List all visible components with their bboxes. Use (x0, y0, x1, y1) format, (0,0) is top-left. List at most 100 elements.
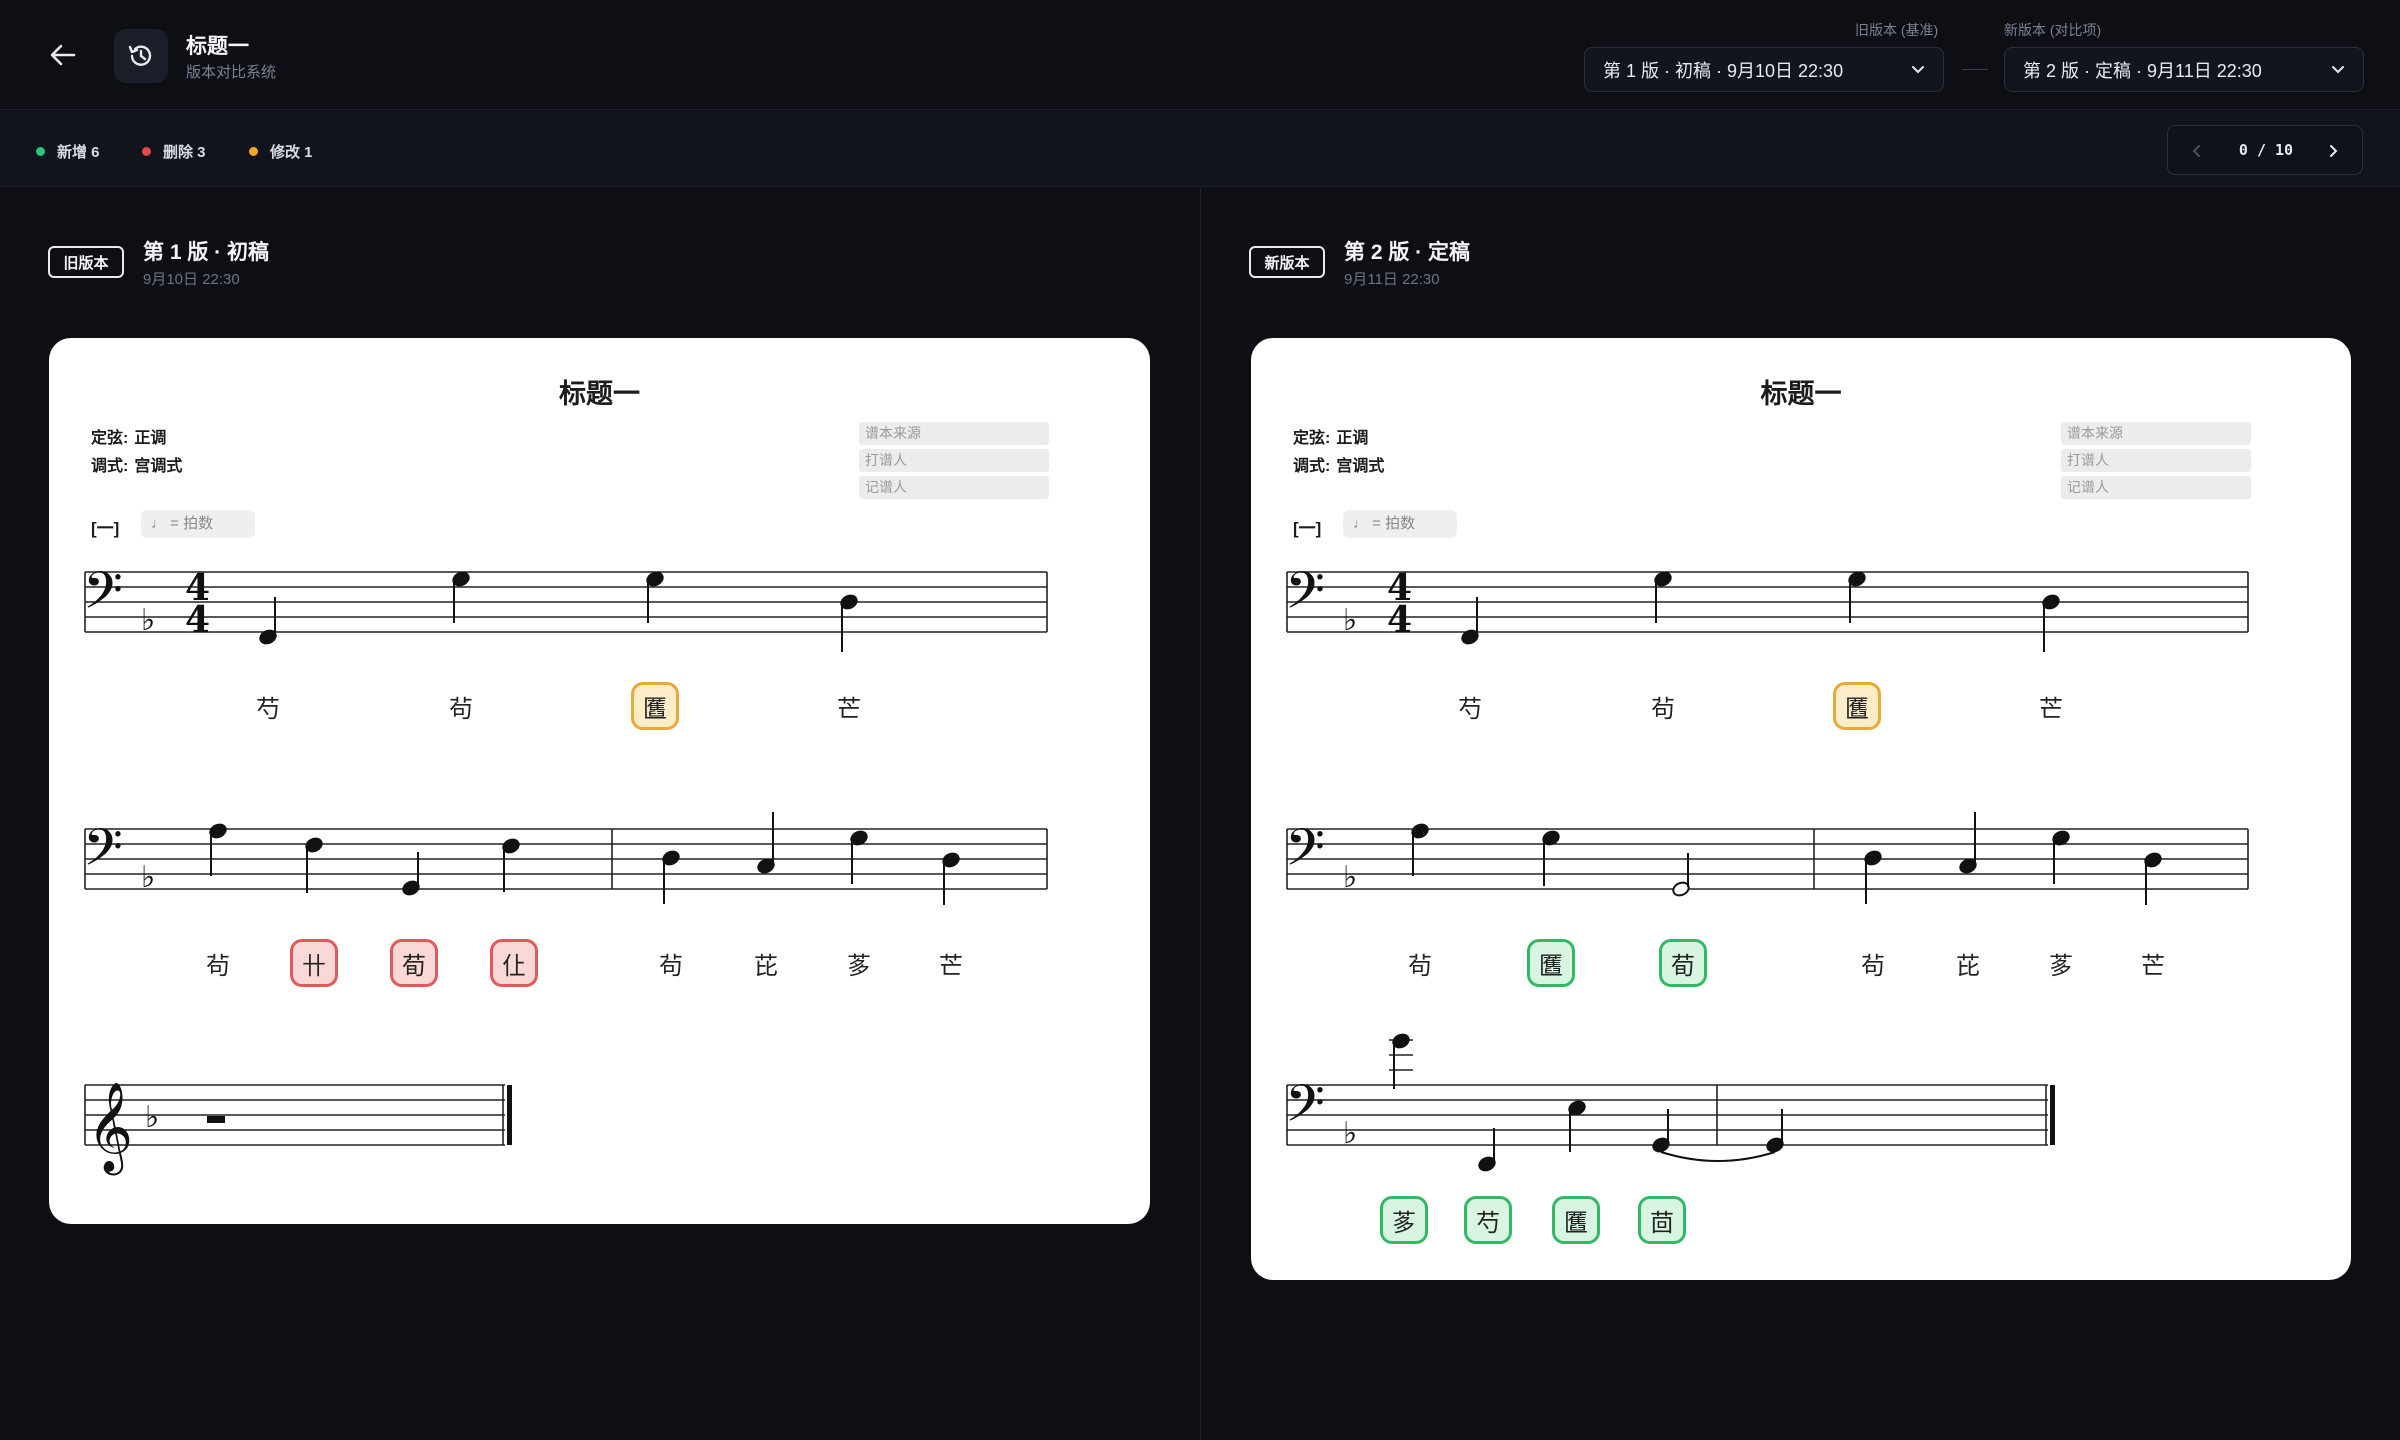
new-version-badge: 新版本 (1249, 246, 1325, 278)
score-title: 标题一 (1760, 379, 1842, 410)
bass-clef: 𝄢 (1285, 817, 1325, 890)
tuning-label: 定弦: (91, 430, 129, 447)
tuning-label: 定弦: (1293, 430, 1331, 447)
treble-clef: 𝄞 (87, 1082, 133, 1176)
added-dot-icon (36, 147, 45, 156)
tab-glyph-added[interactable]: 匶 (1527, 939, 1575, 987)
score-title: 标题一 (559, 379, 640, 410)
half-rest (207, 1116, 225, 1123)
note (305, 837, 323, 893)
staff (84, 1084, 505, 1146)
source-field[interactable]: 谱本来源 (2061, 422, 2251, 445)
tab-glyph-added[interactable]: 匶 (1552, 1196, 1600, 1244)
back-button[interactable] (42, 37, 84, 73)
new-score-card: 标题一 定弦: 正调 调式: 宫调式 谱本来源 打谱人 记谱人 [一] ♩ = 拍数… (1251, 338, 2351, 1280)
next-diff-button[interactable] (2318, 136, 2348, 166)
note (1959, 812, 1977, 874)
tab-glyph-plain[interactable]: 芘 (742, 939, 790, 987)
tab-glyph-modified[interactable]: 匶 (631, 682, 679, 730)
note (2042, 594, 2060, 652)
prev-diff-button[interactable] (2182, 136, 2212, 166)
source-field[interactable]: 谱本来源 (859, 422, 1049, 445)
tab-glyph-plain[interactable]: 茍 (1396, 939, 1444, 987)
time-signature-bottom: 4 (185, 599, 210, 641)
tab-glyph-plain[interactable]: 茍 (647, 939, 695, 987)
tab-glyph-deleted[interactable]: 卄 (290, 939, 338, 987)
new-version-date: 9月11日 22:30 (1344, 271, 1440, 288)
tab-glyph-plain[interactable]: 芍 (1446, 682, 1494, 730)
tab-glyph-added[interactable]: 茴 (1638, 1196, 1686, 1244)
stat-deleted-label: 删除 3 (163, 144, 206, 161)
staff (1286, 571, 2248, 633)
note (502, 838, 520, 892)
tuning-meta: 定弦: 正调 (1293, 424, 1368, 448)
new-version-title: 第 2 版 · 定稿 (1344, 241, 1471, 264)
time-signature-bottom: 4 (1387, 599, 1412, 641)
tab-glyph-plain[interactable]: 芘 (1944, 939, 1992, 987)
note (209, 823, 227, 876)
tab-glyph-deleted[interactable]: 荀 (390, 939, 438, 987)
tab-glyph-deleted[interactable]: 仩 (490, 939, 538, 987)
tab-glyph-modified[interactable]: 匶 (1833, 682, 1881, 730)
history-icon (114, 29, 168, 83)
chevron-left-icon (2192, 145, 2200, 157)
stat-modified: 修改 1 (249, 141, 313, 162)
tab-glyph-added[interactable]: 荀 (1659, 939, 1707, 987)
stat-modified-label: 修改 1 (270, 144, 313, 161)
bass-clef: 𝄢 (83, 560, 123, 633)
note (942, 852, 960, 905)
arranger-field[interactable]: 打谱人 (859, 449, 1049, 472)
arranger-field[interactable]: 打谱人 (2061, 449, 2251, 472)
chevron-down-icon (1912, 66, 1924, 74)
select-separator (1962, 69, 1988, 70)
transcriber-field[interactable]: 记谱人 (2061, 476, 2251, 499)
tuning-value: 正调 (1336, 430, 1369, 447)
tab-glyph-plain[interactable]: 茍 (194, 939, 242, 987)
staff (84, 571, 1047, 633)
note (2052, 830, 2070, 884)
tab-glyph-plain[interactable]: 芒 (825, 682, 873, 730)
note (662, 850, 680, 904)
tab-glyph-plain[interactable]: 芒 (927, 939, 975, 987)
tab-glyph-plain[interactable]: 茍 (437, 682, 485, 730)
note (646, 571, 664, 623)
old-version-select[interactable]: 第 1 版 · 初稿 · 9月10日 22:30 (1584, 47, 1944, 92)
transcriber-field[interactable]: 记谱人 (859, 476, 1049, 499)
mode-value: 宫调式 (1336, 458, 1385, 475)
note (757, 812, 775, 874)
flat-key-signature: ♭ (141, 603, 155, 638)
mode-value: 宫调式 (134, 458, 183, 475)
tuning-value: 正调 (134, 430, 167, 447)
deleted-dot-icon (142, 147, 151, 156)
note (1478, 1128, 1496, 1172)
note (1542, 830, 1560, 886)
tab-glyph-plain[interactable]: 芒 (2129, 939, 2177, 987)
tempo-field[interactable]: ♩ = 拍数 (1343, 510, 1457, 538)
tab-glyph-plain[interactable]: 芍 (244, 682, 292, 730)
mode-label: 调式: (91, 458, 129, 475)
note (452, 571, 470, 623)
chevron-down-icon (2332, 66, 2344, 74)
note (1411, 823, 1429, 876)
stat-added-label: 新增 6 (57, 144, 100, 161)
mode-label: 调式: (1293, 458, 1331, 475)
final-barline-thick (507, 1085, 512, 1145)
flat-key-signature: ♭ (1343, 1116, 1357, 1151)
new-version-select[interactable]: 第 2 版 · 定稿 · 9月11日 22:30 (2004, 47, 2364, 92)
modified-dot-icon (249, 147, 258, 156)
tab-glyph-plain[interactable]: 芒 (2027, 682, 2075, 730)
panel-divider (1200, 188, 1201, 1440)
note (1672, 853, 1690, 897)
tempo-field[interactable]: ♩ = 拍数 (141, 510, 255, 538)
old-version-label: 旧版本 (基准) (1855, 22, 1939, 38)
tab-glyph-plain[interactable]: 茍 (1849, 939, 1897, 987)
old-version-badge: 旧版本 (48, 246, 124, 278)
old-score-card: 标题一 定弦: 正调 调式: 宫调式 谱本来源 打谱人 记谱人 [一] ♩ = 拍数… (49, 338, 1150, 1224)
final-barline-thick (2050, 1085, 2055, 1145)
tab-glyph-plain[interactable]: 茤 (835, 939, 883, 987)
old-version-title: 第 1 版 · 初稿 (143, 241, 270, 264)
tab-glyph-added[interactable]: 茤 (1380, 1196, 1428, 1244)
tab-glyph-added[interactable]: 芍 (1464, 1196, 1512, 1244)
tab-glyph-plain[interactable]: 茤 (2037, 939, 2085, 987)
tab-glyph-plain[interactable]: 茍 (1639, 682, 1687, 730)
